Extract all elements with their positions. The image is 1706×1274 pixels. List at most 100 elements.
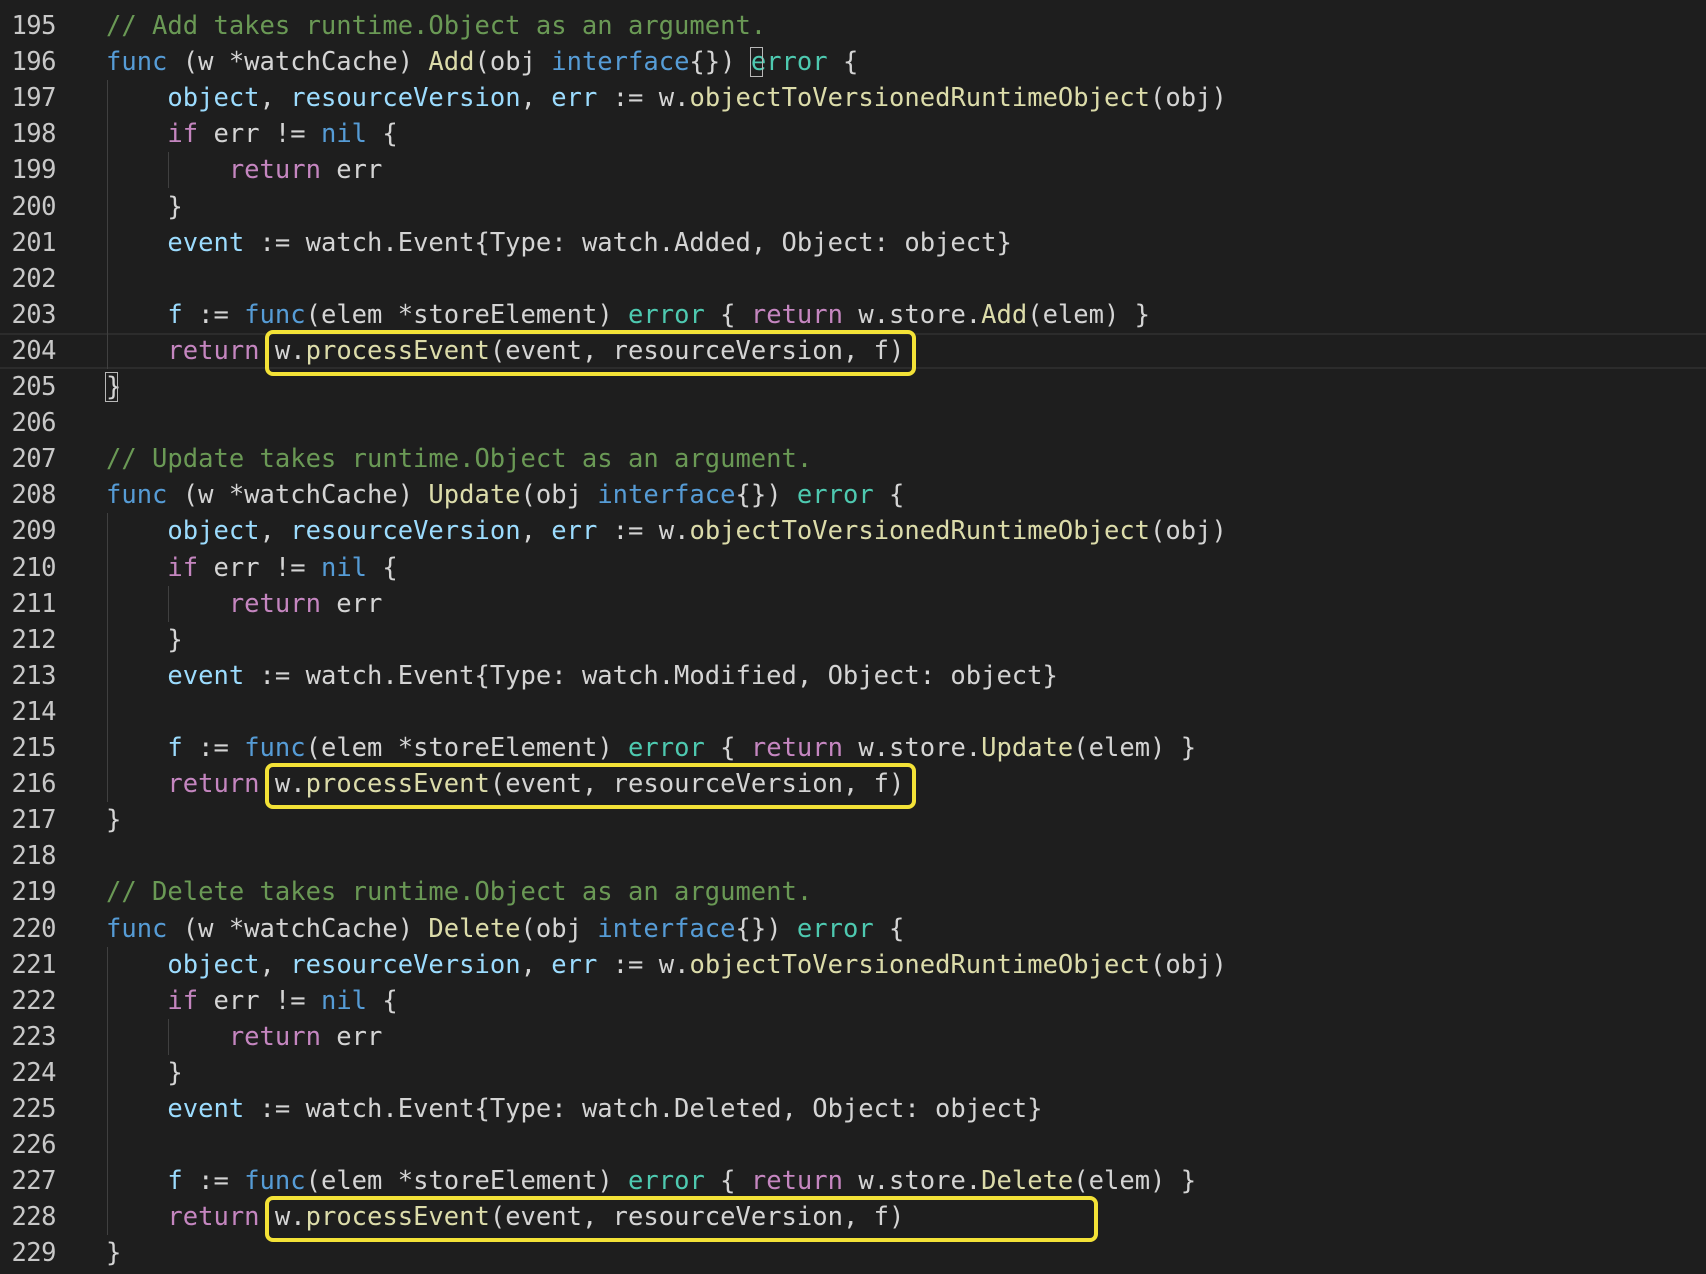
code-token: (w *watchCache) xyxy=(167,480,429,511)
code-token: if xyxy=(167,985,199,1016)
code-token: interface xyxy=(551,47,690,78)
code-token: { xyxy=(704,733,751,763)
code-token: { xyxy=(367,552,398,583)
code-text[interactable]: f := func(elem *storeElement) error { re… xyxy=(106,297,1150,333)
code-token: return xyxy=(750,1166,843,1197)
code-token: interface xyxy=(597,913,736,944)
code-line[interactable]: 198 if err != nil { xyxy=(0,116,1706,152)
code-text[interactable]: if err != nil { xyxy=(106,550,398,586)
code-line[interactable]: 218 xyxy=(0,838,1706,874)
code-text[interactable]: // Add takes runtime.Object as an argume… xyxy=(106,8,766,44)
code-line[interactable]: 199 return err xyxy=(0,152,1706,188)
code-token: f xyxy=(167,299,183,330)
code-line[interactable]: 197 object, resourceVersion, err := w.ob… xyxy=(0,80,1706,116)
code-text[interactable]: } xyxy=(106,1235,121,1271)
code-token: := xyxy=(182,733,245,763)
code-line[interactable]: 210 if err != nil { xyxy=(0,550,1706,586)
code-line[interactable]: 202 xyxy=(0,261,1706,297)
code-token: Delete xyxy=(981,1166,1074,1197)
code-editor[interactable]: 195 // Add takes runtime.Object as an arg… xyxy=(0,0,1706,1274)
code-line[interactable]: 206 xyxy=(0,405,1706,441)
code-token: := w. xyxy=(597,83,690,114)
code-token: return xyxy=(228,1021,321,1052)
code-text[interactable]: return err xyxy=(106,1019,383,1055)
code-token: func xyxy=(106,913,168,944)
code-text[interactable]: func (w *watchCache) Delete(obj interfac… xyxy=(106,911,904,947)
code-line[interactable]: 227 f := func(elem *storeElement) error … xyxy=(0,1163,1706,1199)
code-text[interactable]: // Update takes runtime.Object as an arg… xyxy=(106,441,812,477)
code-line[interactable]: 213 event := watch.Event{Type: watch.Mod… xyxy=(0,658,1706,694)
code-token: err != xyxy=(198,985,321,1016)
code-token: Add xyxy=(981,299,1028,330)
code-text[interactable]: if err != nil { xyxy=(106,983,397,1019)
code-text[interactable]: return err xyxy=(106,152,383,188)
code-token: return xyxy=(750,299,843,330)
code-line[interactable]: 209 object, resourceVersion, err := w.ob… xyxy=(0,513,1706,549)
code-line[interactable]: 201 event := watch.Event{Type: watch.Add… xyxy=(0,225,1706,261)
line-number: 199 xyxy=(11,155,56,186)
code-line[interactable]: 222 if err != nil { xyxy=(0,983,1706,1019)
code-line[interactable]: 211 return err xyxy=(0,586,1706,622)
code-text[interactable]: if err != nil { xyxy=(106,116,397,152)
code-line[interactable]: 207 // Update takes runtime.Object as an … xyxy=(0,441,1706,477)
code-line[interactable]: 226 xyxy=(0,1127,1706,1163)
code-line[interactable]: 196 func (w *watchCache) Add(obj interfac… xyxy=(0,44,1706,80)
code-token: w.store. xyxy=(842,733,982,763)
line-number: 210 xyxy=(11,552,56,583)
code-text[interactable]: event := watch.Event{Type: watch.Modifie… xyxy=(106,658,1057,694)
code-line[interactable]: 225 event := watch.Event{Type: watch.Del… xyxy=(0,1091,1706,1127)
code-token: (elem) } xyxy=(1027,299,1151,330)
code-token: {}) xyxy=(689,47,751,78)
code-token: nil xyxy=(320,985,368,1016)
code-token: func xyxy=(244,733,306,763)
code-text[interactable]: f := func(elem *storeElement) error { re… xyxy=(106,1163,1196,1199)
code-line[interactable]: 221 object, resourceVersion, err := w.ob… xyxy=(0,947,1706,983)
code-line[interactable]: 203 f := func(elem *storeElement) error … xyxy=(0,297,1706,333)
code-line[interactable]: 220 func (w *watchCache) Delete(obj inter… xyxy=(0,911,1706,947)
code-line[interactable]: 200 } xyxy=(0,189,1706,225)
code-text[interactable]: } xyxy=(106,189,182,225)
line-number: 213 xyxy=(11,660,56,691)
code-text[interactable]: } xyxy=(106,622,182,658)
code-line[interactable]: 223 return err xyxy=(0,1019,1706,1055)
code-line[interactable]: 208 func (w *watchCache) Update(obj inter… xyxy=(0,477,1706,513)
code-text[interactable]: func (w *watchCache) Add(obj interface{}… xyxy=(106,44,858,80)
code-token: } xyxy=(106,805,122,836)
highlight-box xyxy=(264,1196,1099,1243)
code-line[interactable]: 195 // Add takes runtime.Object as an arg… xyxy=(0,8,1706,44)
indent-guide xyxy=(107,946,108,1236)
code-token: func xyxy=(244,299,306,330)
code-text[interactable]: event := watch.Event{Type: watch.Added, … xyxy=(106,225,1011,261)
code-token: func xyxy=(106,47,168,78)
code-text[interactable]: f := func(elem *storeElement) error { re… xyxy=(106,730,1196,766)
code-text[interactable]: event := watch.Event{Type: watch.Deleted… xyxy=(106,1091,1042,1127)
code-token: (obj xyxy=(520,480,598,511)
code-token: func xyxy=(244,1166,306,1197)
code-line[interactable]: 215 f := func(elem *storeElement) error … xyxy=(0,730,1706,766)
code-text[interactable]: object, resourceVersion, err := w.object… xyxy=(106,513,1226,549)
code-text[interactable]: func (w *watchCache) Update(obj interfac… xyxy=(106,477,904,513)
code-line[interactable]: 214 xyxy=(0,694,1706,730)
code-text[interactable]: object, resourceVersion, err := w.object… xyxy=(106,80,1226,116)
code-text[interactable]: } xyxy=(106,802,121,838)
code-line[interactable]: 219 // Delete takes runtime.Object as an … xyxy=(0,874,1706,910)
code-token: objectToVersionedRuntimeObject xyxy=(689,949,1151,980)
line-number: 225 xyxy=(11,1094,56,1124)
line-number: 228 xyxy=(11,1202,56,1233)
code-line[interactable]: 212 } xyxy=(0,622,1706,658)
line-number: 204 xyxy=(11,335,56,366)
code-text[interactable]: object, resourceVersion, err := w.object… xyxy=(106,947,1226,983)
code-text[interactable]: // Delete takes runtime.Object as an arg… xyxy=(106,874,812,910)
line-number: 206 xyxy=(11,408,56,439)
code-text[interactable]: } xyxy=(106,1055,182,1091)
code-token: w.store. xyxy=(842,1166,982,1197)
code-token: error xyxy=(628,299,705,330)
code-text[interactable]: return err xyxy=(106,586,383,622)
code-line[interactable]: 224 } xyxy=(0,1055,1706,1091)
